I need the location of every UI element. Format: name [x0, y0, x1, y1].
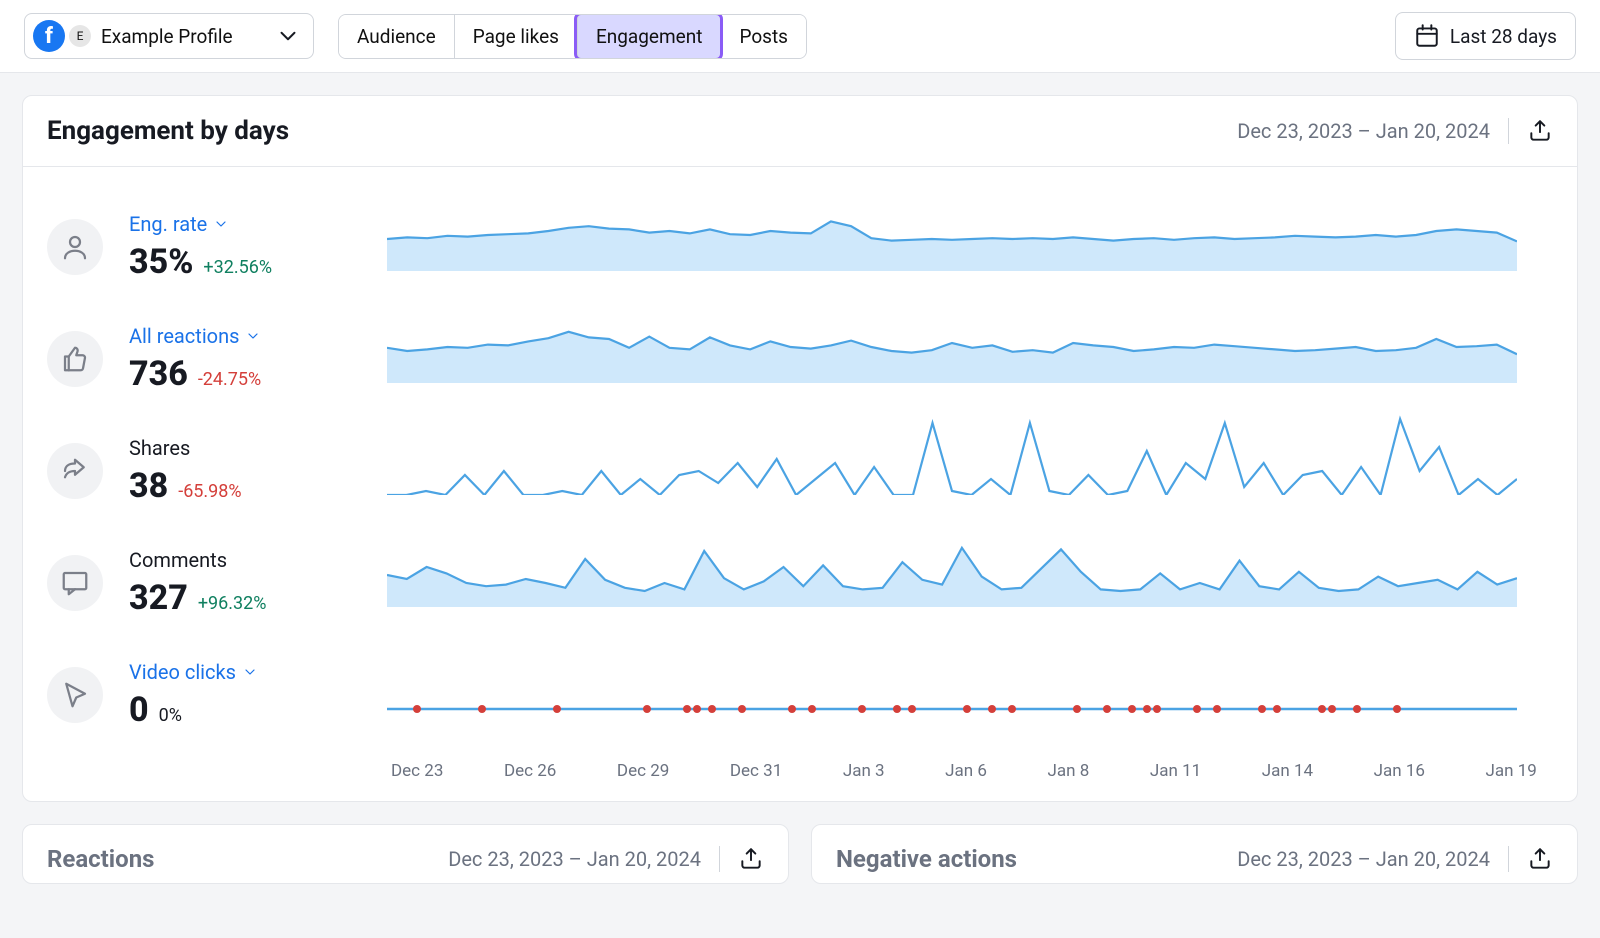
chart-row: [387, 527, 1541, 639]
tab-engagement[interactable]: Engagement: [577, 15, 721, 58]
metric-delta: -65.98%: [178, 481, 241, 502]
tabs: Audience Page likes Engagement Posts: [338, 14, 807, 59]
export-icon[interactable]: [738, 846, 764, 872]
metric-value: 35%: [129, 242, 193, 282]
metric-row: Video clicks 0 0%: [47, 639, 387, 751]
metric-icon: [47, 219, 103, 275]
metric-value: 38: [129, 466, 168, 506]
chart-row: [387, 191, 1541, 303]
reactions-card: Reactions Dec 23, 2023 – Jan 20, 2024: [22, 824, 789, 884]
metric-icon: [47, 667, 103, 723]
negative-actions-card-range: Dec 23, 2023 – Jan 20, 2024: [1237, 847, 1490, 871]
date-range-label: Last 28 days: [1450, 25, 1557, 48]
profile-name: Example Profile: [101, 25, 233, 48]
x-axis-tick: Dec 31: [730, 761, 782, 781]
engagement-card-title: Engagement by days: [47, 116, 289, 146]
x-axis: Dec 23 Dec 26 Dec 29 Dec 31 Jan 3 Jan 6 Jan 8 J…: [387, 751, 1541, 781]
negative-actions-card-title: Negative actions: [836, 845, 1017, 873]
metric-row: Comments 327 +96.32%: [47, 527, 387, 639]
metric-value: 0: [129, 690, 149, 730]
profile-avatar-letter: E: [69, 25, 91, 47]
top-bar: f E Example Profile Audience Page likes …: [0, 0, 1600, 73]
export-icon[interactable]: [1527, 846, 1553, 872]
chevron-down-icon: [242, 664, 258, 680]
x-axis-tick: Dec 23: [391, 761, 443, 781]
chevron-down-icon: [275, 23, 301, 49]
metric-label[interactable]: Video clicks: [129, 660, 258, 684]
engagement-card: Engagement by days Dec 23, 2023 – Jan 20…: [22, 95, 1578, 802]
x-axis-tick: Jan 3: [843, 761, 885, 781]
reactions-card-range: Dec 23, 2023 – Jan 20, 2024: [448, 847, 701, 871]
sparkline-chart: [387, 415, 1517, 495]
metric-delta: -24.75%: [198, 369, 261, 390]
x-axis-tick: Jan 16: [1374, 761, 1425, 781]
x-axis-tick: Jan 6: [945, 761, 987, 781]
x-axis-tick: Jan 19: [1486, 761, 1537, 781]
tab-page-likes[interactable]: Page likes: [454, 15, 577, 58]
chart-row: [387, 639, 1541, 751]
metric-icon: [47, 443, 103, 499]
metric-icon: [47, 555, 103, 611]
chart-row: [387, 303, 1541, 415]
sparkline-chart: [387, 303, 1517, 383]
x-axis-tick: Dec 26: [504, 761, 556, 781]
metric-delta: 0%: [159, 705, 182, 726]
x-axis-tick: Jan 14: [1262, 761, 1313, 781]
chart-row: [387, 415, 1541, 527]
metric-delta: +32.56%: [203, 257, 272, 278]
chevron-down-icon: [213, 216, 229, 232]
metric-label[interactable]: All reactions: [129, 324, 261, 348]
metric-row: All reactions 736 -24.75%: [47, 303, 387, 415]
metric-row: Shares 38 -65.98%: [47, 415, 387, 527]
date-range-selector[interactable]: Last 28 days: [1395, 12, 1576, 60]
engagement-card-range: Dec 23, 2023 – Jan 20, 2024: [1237, 119, 1490, 143]
tab-audience[interactable]: Audience: [339, 15, 454, 58]
x-axis-tick: Dec 29: [617, 761, 669, 781]
chevron-down-icon: [245, 328, 261, 344]
sparkline-chart: [387, 639, 1517, 719]
metric-value: 327: [129, 578, 188, 618]
metric-icon: [47, 331, 103, 387]
profile-selector[interactable]: f E Example Profile: [24, 13, 314, 59]
tab-posts[interactable]: Posts: [720, 15, 806, 58]
export-icon[interactable]: [1527, 118, 1553, 144]
calendar-icon: [1414, 23, 1440, 49]
sparkline-chart: [387, 191, 1517, 271]
metric-label: Comments: [129, 548, 227, 572]
metric-label: Shares: [129, 436, 190, 460]
metric-delta: +96.32%: [198, 593, 267, 614]
metric-label[interactable]: Eng. rate: [129, 212, 229, 236]
reactions-card-title: Reactions: [47, 845, 154, 873]
x-axis-tick: Jan 11: [1150, 761, 1201, 781]
negative-actions-card: Negative actions Dec 23, 2023 – Jan 20, …: [811, 824, 1578, 884]
x-axis-tick: Jan 8: [1048, 761, 1090, 781]
metric-row: Eng. rate 35% +32.56%: [47, 191, 387, 303]
facebook-icon: f: [33, 20, 65, 52]
metric-value: 736: [129, 354, 188, 394]
sparkline-chart: [387, 527, 1517, 607]
